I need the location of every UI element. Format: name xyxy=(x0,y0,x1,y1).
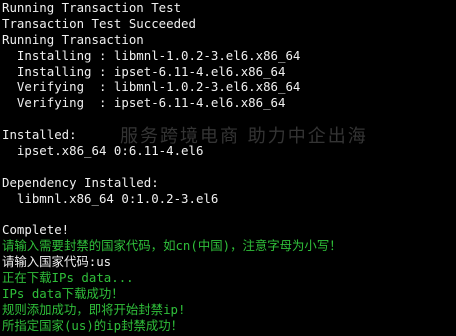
terminal-prompt-line: 请输入需要封禁的国家代码，如cn(中国)，注意字母为小写！ xyxy=(2,238,342,254)
terminal-line: Dependency Installed: xyxy=(2,174,159,190)
terminal-status-line: 所指定国家(us)的ip封禁成功！ xyxy=(2,317,184,333)
terminal-line: Installed: xyxy=(2,127,77,143)
terminal-line: Transaction Test Succeeded xyxy=(2,15,196,31)
terminal-line: Verifying : ipset-6.11-4.el6.x86_64 xyxy=(2,95,286,111)
terminal-line: ipset.x86_64 0:6.11-4.el6 xyxy=(2,143,204,159)
terminal-line: Running Transaction xyxy=(2,31,144,47)
terminal-line: Complete! xyxy=(2,222,70,238)
terminal-input-line: 请输入国家代码:us xyxy=(2,254,112,270)
terminal-status-line: 正在下载IPs data... xyxy=(2,270,134,286)
terminal-line: Installing : libmnl-1.0.2-3.el6.x86_64 xyxy=(2,47,301,63)
terminal-line: Installing : ipset-6.11-4.el6.x86_64 xyxy=(2,63,286,79)
terminal-line: Running Transaction Test xyxy=(2,0,182,15)
terminal-output: Running Transaction Test Transaction Tes… xyxy=(2,0,454,334)
terminal-status-line: 规则添加成功，即将开始封禁ip! xyxy=(2,301,186,317)
terminal-status-line: IPs data下载成功！ xyxy=(2,286,124,302)
terminal-line: Verifying : libmnl-1.0.2-3.el6.x86_64 xyxy=(2,79,301,95)
terminal-line: libmnl.x86_64 0:1.0.2-3.el6 xyxy=(2,190,219,206)
terminal-window[interactable]: Running Transaction Test Transaction Tes… xyxy=(0,0,456,336)
